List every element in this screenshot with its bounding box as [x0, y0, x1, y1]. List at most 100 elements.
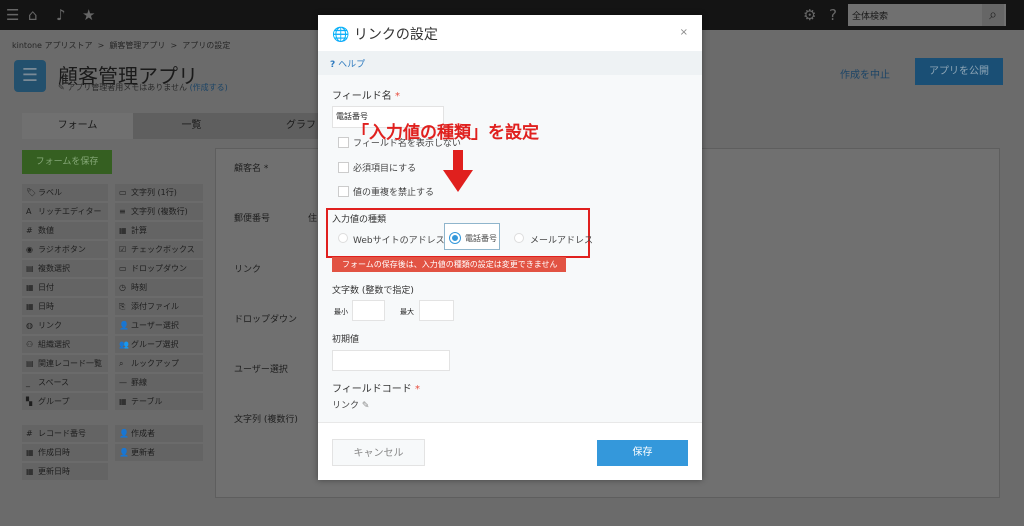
question-icon: ? — [330, 60, 336, 70]
palette-item-label: リンク — [38, 321, 62, 330]
palette-item[interactable]: ▚ グループ — [22, 393, 108, 410]
canvas-field[interactable]: 郵便番号 — [234, 211, 270, 224]
palette-item[interactable]: 👤 更新者 — [115, 444, 203, 461]
field-type-icon: _ — [26, 378, 30, 387]
palette-item-label: リッチエディター — [38, 207, 102, 216]
breadcrumb-item[interactable]: kintone アプリストア — [12, 41, 93, 50]
field-type-icon: # — [26, 226, 33, 235]
canvas-field[interactable]: ドロップダウン — [234, 312, 297, 325]
palette-item[interactable]: 🏷 ラベル — [22, 184, 108, 201]
save-button[interactable]: 保存 — [597, 440, 688, 466]
palette-item[interactable]: ⚇ 組織選択 — [22, 336, 108, 353]
palette-item[interactable]: 👤 作成者 — [115, 425, 203, 442]
save-form-button[interactable]: フォームを保存 — [22, 150, 112, 174]
palette-item[interactable]: ▦ 日時 — [22, 298, 108, 315]
palette-item[interactable]: ▤ 複数選択 — [22, 260, 108, 277]
publish-app-button[interactable]: アプリを公開 — [915, 58, 1003, 85]
canvas-field[interactable]: 住 — [308, 211, 317, 224]
required-checkbox[interactable] — [338, 162, 349, 173]
palette-item[interactable]: ⌕ ルックアップ — [115, 355, 203, 372]
radio-label: 電話番号 — [465, 234, 497, 243]
breadcrumb-item[interactable]: 顧客管理アプリ — [109, 41, 165, 50]
field-type-icon: — — [119, 378, 127, 387]
required-mark: * — [395, 91, 400, 102]
tab-form[interactable]: フォーム — [22, 113, 133, 139]
search-icon[interactable]: ⌕ — [982, 4, 1004, 26]
palette-item[interactable]: ≡ 文字列 (複数行) — [115, 203, 203, 220]
palette-item[interactable]: ▦ 日付 — [22, 279, 108, 296]
edit-icon[interactable]: ✎ — [362, 401, 370, 411]
palette-item[interactable]: ◉ ラジオボタン — [22, 241, 108, 258]
palette-item[interactable]: — 罫線 — [115, 374, 203, 391]
palette-item[interactable]: ▤ 関連レコード一覧 — [22, 355, 108, 372]
canvas-field[interactable]: 顧客名 * — [234, 161, 268, 174]
palette-item-label: レコード番号 — [38, 429, 86, 438]
palette-item[interactable]: # 数値 — [22, 222, 108, 239]
field-type-icon: 🏷 — [26, 188, 37, 197]
menu-icon[interactable]: ☰ — [6, 6, 19, 24]
palette-item-label: 更新者 — [131, 448, 155, 457]
palette-item[interactable]: ▦ テーブル — [115, 393, 203, 410]
palette-item-label: グループ — [38, 397, 70, 406]
home-icon[interactable]: ⌂ — [28, 6, 38, 24]
default-value-input[interactable] — [332, 350, 450, 371]
palette-item[interactable]: ▦ 計算 — [115, 222, 203, 239]
breadcrumb-separator: > — [170, 41, 178, 50]
palette-item-label: ラベル — [38, 188, 62, 197]
cancel-button[interactable]: キャンセル — [332, 439, 425, 466]
palette-item[interactable]: 👥 グループ選択 — [115, 336, 203, 353]
min-label: 最小 — [334, 308, 348, 316]
palette-item-label: 罫線 — [131, 378, 147, 387]
palette-item[interactable]: ⎘ 添付ファイル — [115, 298, 203, 315]
palette-item-label: ユーザー選択 — [131, 321, 179, 330]
palette-item[interactable]: _ スペース — [22, 374, 108, 391]
tab-graph[interactable]: グラフ — [250, 113, 318, 139]
field-type-icon: ◉ — [26, 245, 33, 254]
palette-item-label: 時刻 — [131, 283, 147, 292]
search-placeholder: 全体検索 — [852, 12, 889, 22]
palette-item[interactable]: ◍ リンク — [22, 317, 108, 334]
palette-item[interactable]: ▭ 文字列 (1行) — [115, 184, 203, 201]
canvas-field[interactable]: リンク — [234, 262, 261, 275]
canvas-field[interactable]: 文字列 (複数行) — [234, 412, 298, 425]
palette-item[interactable]: A リッチエディター — [22, 203, 108, 220]
field-type-icon: ◍ — [26, 321, 33, 330]
palette-item[interactable]: ▦ 更新日時 — [22, 463, 108, 480]
min-length-input[interactable] — [352, 300, 385, 321]
field-type-icon: 👤 — [119, 321, 129, 330]
palette-item[interactable]: ☑ チェックボックス — [115, 241, 203, 258]
search-input[interactable]: 全体検索 ⌕ — [848, 4, 1006, 26]
breadcrumb-separator: > — [97, 41, 105, 50]
palette-item-label: グループ選択 — [131, 340, 179, 349]
palette-item-label: 組織選択 — [38, 340, 70, 349]
label-text: フィールド名 — [332, 91, 392, 102]
palette-item[interactable]: ▦ 作成日時 — [22, 444, 108, 461]
max-length-input[interactable] — [419, 300, 454, 321]
unique-checkbox[interactable] — [338, 186, 349, 197]
gear-icon[interactable]: ⚙ — [803, 6, 816, 24]
radio-phone[interactable] — [450, 233, 460, 243]
app-icon: ☰ — [14, 60, 46, 92]
palette-item[interactable]: ◷ 時刻 — [115, 279, 203, 296]
bell-icon[interactable]: ♪ — [56, 6, 66, 24]
tab-list[interactable]: 一覧 — [133, 113, 250, 139]
radio-website[interactable] — [338, 233, 348, 243]
palette-item-label: テーブル — [131, 397, 163, 406]
close-icon[interactable]: × — [680, 27, 688, 38]
palette-item[interactable]: ▭ ドロップダウン — [115, 260, 203, 277]
palette-item[interactable]: 👤 ユーザー選択 — [115, 317, 203, 334]
help-icon[interactable]: ? — [829, 6, 837, 24]
field-type-icon: ▦ — [26, 448, 34, 457]
canvas-field[interactable]: ユーザー選択 — [234, 362, 288, 375]
hide-label-checkbox[interactable] — [338, 137, 349, 148]
radio-email[interactable] — [514, 233, 524, 243]
dialog-header: 🌐 リンクの設定 — [318, 15, 702, 51]
field-type-icon: ⚇ — [26, 340, 34, 349]
cancel-creation-link[interactable]: 作成を中止 — [840, 66, 890, 81]
palette-item[interactable]: # レコード番号 — [22, 425, 108, 442]
radio-label: Webサイトのアドレス — [353, 236, 445, 246]
create-memo-link[interactable]: (作成する) — [190, 83, 228, 92]
star-icon[interactable]: ★ — [82, 6, 95, 24]
help-link[interactable]: ? ヘルプ — [318, 51, 702, 75]
breadcrumb: kintone アプリストア > 顧客管理アプリ > アプリの設定 — [12, 40, 230, 51]
